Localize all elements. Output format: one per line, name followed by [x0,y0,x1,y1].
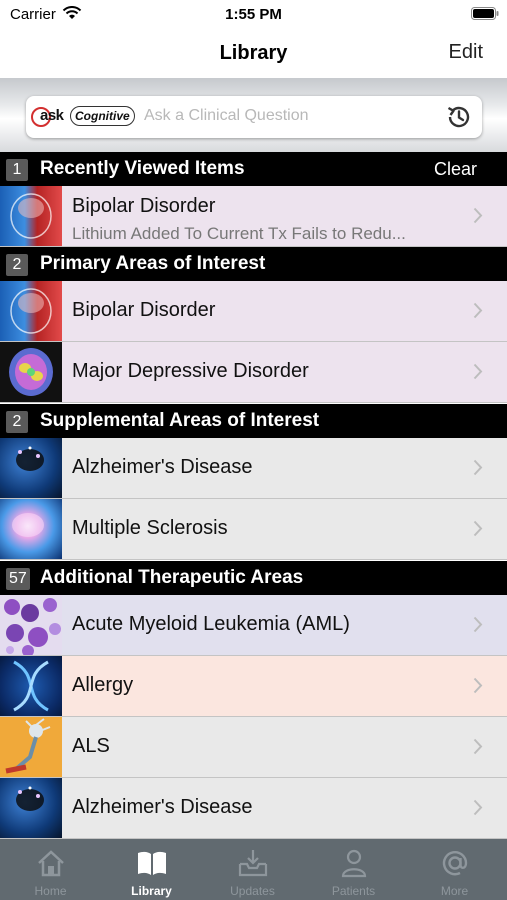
chevron-right-icon [473,363,483,380]
tab-updates[interactable]: Updates [202,839,303,900]
battery-icon [471,7,499,20]
page-title: Library [219,42,288,64]
row-title: Multiple Sclerosis [72,517,228,539]
chevron-right-icon [473,738,483,755]
list-item-allergy[interactable]: Allergy [0,656,507,717]
row-title: ALS [72,735,110,757]
tab-label: Updates [230,884,275,898]
chevron-right-icon [473,459,483,476]
row-title: Allergy [72,674,134,696]
status-bar: Carrier 1:55 PM [0,0,507,30]
tab-bar: Home Library Updates Patients More [0,839,507,900]
count-badge: 2 [6,411,28,433]
head-blue-icon [0,438,62,498]
dna-icon [0,656,62,716]
list-item-alzheimers-disease-2[interactable]: Alzheimer's Disease [0,778,507,839]
row-title: Bipolar Disorder [72,195,216,217]
tab-patients[interactable]: Patients [303,839,404,900]
brain-red-icon [0,281,62,341]
edit-button[interactable]: Edit [449,41,483,64]
tab-label: More [440,884,469,898]
list-item-recent-bipolar[interactable]: Bipolar Disorder Lithium Added To Curren… [0,186,507,247]
search-box[interactable]: ask Cognitive [26,96,482,138]
section-title: Additional Therapeutic Areas [40,567,304,588]
chevron-right-icon [473,677,483,694]
history-icon[interactable] [445,103,473,131]
list-item-multiple-sclerosis[interactable]: Multiple Sclerosis [0,499,507,560]
row-subtitle: Lithium Added To Current Tx Fails to Red… [72,224,406,243]
home-icon [38,850,64,877]
neuron-icon [0,717,62,777]
clear-button[interactable]: Clear [434,159,477,180]
section-title: Primary Areas of Interest [40,253,266,274]
search-area: ask Cognitive [0,78,507,152]
chevron-right-icon [473,520,483,537]
count-badge: 1 [6,159,28,181]
brain-scan-icon [0,342,62,402]
list-item-major-depressive-disorder[interactable]: Major Depressive Disorder [0,342,507,403]
inbox-download-icon [238,850,268,877]
chevron-right-icon [473,616,483,633]
cognitive-logo-pill: Cognitive [70,106,135,126]
tab-label: Patients [331,884,376,898]
ask-logo-word: ask [40,107,64,124]
person-icon [341,849,367,878]
row-title: Acute Myeloid Leukemia (AML) [72,613,350,635]
section-header-supplemental-areas: 2 Supplemental Areas of Interest [0,404,507,438]
section-title: Recently Viewed Items [40,158,245,179]
section-header-recently-viewed: 1 Recently Viewed Items Clear [0,152,507,186]
row-title: Alzheimer's Disease [72,796,253,818]
row-title: Alzheimer's Disease [72,456,253,478]
book-icon [138,851,166,875]
chevron-right-icon [473,799,483,816]
tab-label: Library [131,884,172,898]
list-item-alzheimers-disease[interactable]: Alzheimer's Disease [0,438,507,499]
cells-icon [0,595,62,655]
brain-red-icon [0,186,62,246]
tab-more[interactable]: More [404,839,505,900]
tab-library[interactable]: Library [101,839,202,900]
section-title: Supplemental Areas of Interest [40,410,320,431]
count-badge: 57 [6,568,30,590]
section-header-primary-areas: 2 Primary Areas of Interest [0,247,507,281]
at-sign-icon [442,851,468,876]
head-blue-icon [0,778,62,838]
section-header-additional-areas: 57 Additional Therapeutic Areas [0,561,507,595]
row-title: Bipolar Disorder [72,299,216,321]
ask-cognitive-logo: ask Cognitive [31,105,135,129]
row-title: Major Depressive Disorder [72,360,309,382]
list-item-bipolar-disorder[interactable]: Bipolar Disorder [0,281,507,342]
navigation-bar: Library Edit [0,30,507,78]
tab-label: Home [34,884,67,898]
chevron-right-icon [473,207,483,224]
list-item-als[interactable]: ALS [0,717,507,778]
clock: 1:55 PM [225,6,282,23]
chevron-right-icon [473,302,483,319]
count-badge: 2 [6,254,28,276]
clinical-question-input[interactable] [144,107,434,125]
list-item-acute-myeloid-leukemia[interactable]: Acute Myeloid Leukemia (AML) [0,595,507,656]
tab-home[interactable]: Home [0,839,101,900]
brain-glow-icon [0,499,62,559]
